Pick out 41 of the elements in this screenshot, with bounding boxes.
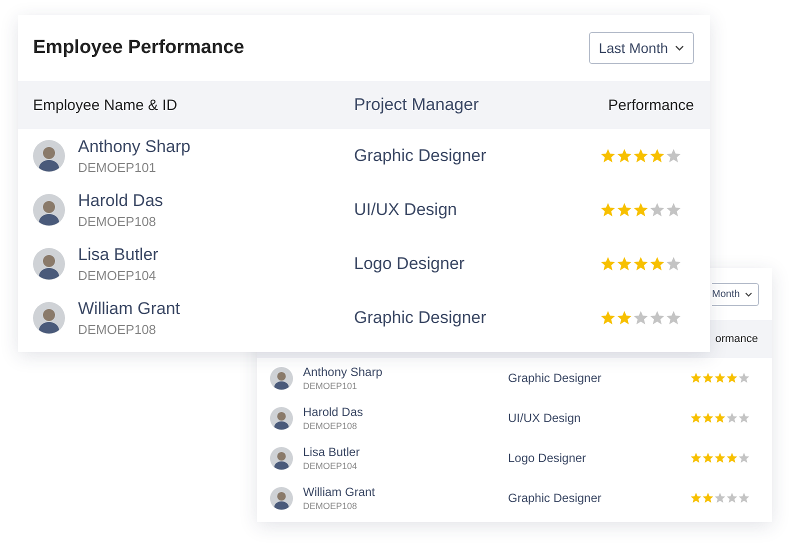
employee-id: DEMOEP101 [303,381,358,391]
project-role: Graphic Designer [508,371,602,385]
avatar-icon [270,486,293,510]
employee-id: DEMOEP108 [303,421,358,431]
chevron-icon [675,45,684,51]
project-role: Logo Designer [354,254,466,274]
chevron-icon [744,292,752,296]
employee-id: DEMOEP104 [78,268,158,283]
employee-id: DEMOEP101 [78,160,158,175]
project-role: Logo Designer [508,451,588,465]
card-title: Employee Performance [33,37,244,59]
employee-name: Lisa Butler [303,445,360,459]
employee-name: Harold Das [303,405,364,419]
project-role: Graphic Designer [354,146,488,166]
column-header: ormance [715,333,758,345]
employee-id: DEMOEP108 [303,501,358,511]
employee-id: DEMOEP104 [303,461,358,471]
avatar-icon [270,406,293,430]
avatar-icon [33,248,65,280]
period-dropdown[interactable]: Last Month [588,32,694,64]
employee-name: Harold Das [78,191,164,211]
employee-id: DEMOEP108 [78,322,158,337]
avatar-icon [270,366,293,390]
employee-name: William Grant [78,299,180,319]
project-role: UI/UX Design [354,200,458,220]
project-role: Graphic Designer [508,491,602,505]
period-dropdown[interactable]: Month [712,282,759,306]
avatar-icon [33,302,65,334]
column-header: Employee Name & ID [33,96,178,114]
employee-name: Lisa Butler [78,245,158,265]
avatar-icon [33,194,65,226]
employee-name: Anthony Sharp [303,365,382,379]
column-header: Performance [607,96,694,114]
employee-name: Anthony Sharp [78,137,190,157]
avatar-icon [270,446,293,470]
employee-name: William Grant [303,485,376,499]
column-header: Project Manager [354,95,480,115]
project-role: UI/UX Design [508,411,582,425]
project-role: Graphic Designer [354,308,488,328]
avatar-icon [33,140,65,172]
employee-id: DEMOEP108 [78,214,158,229]
